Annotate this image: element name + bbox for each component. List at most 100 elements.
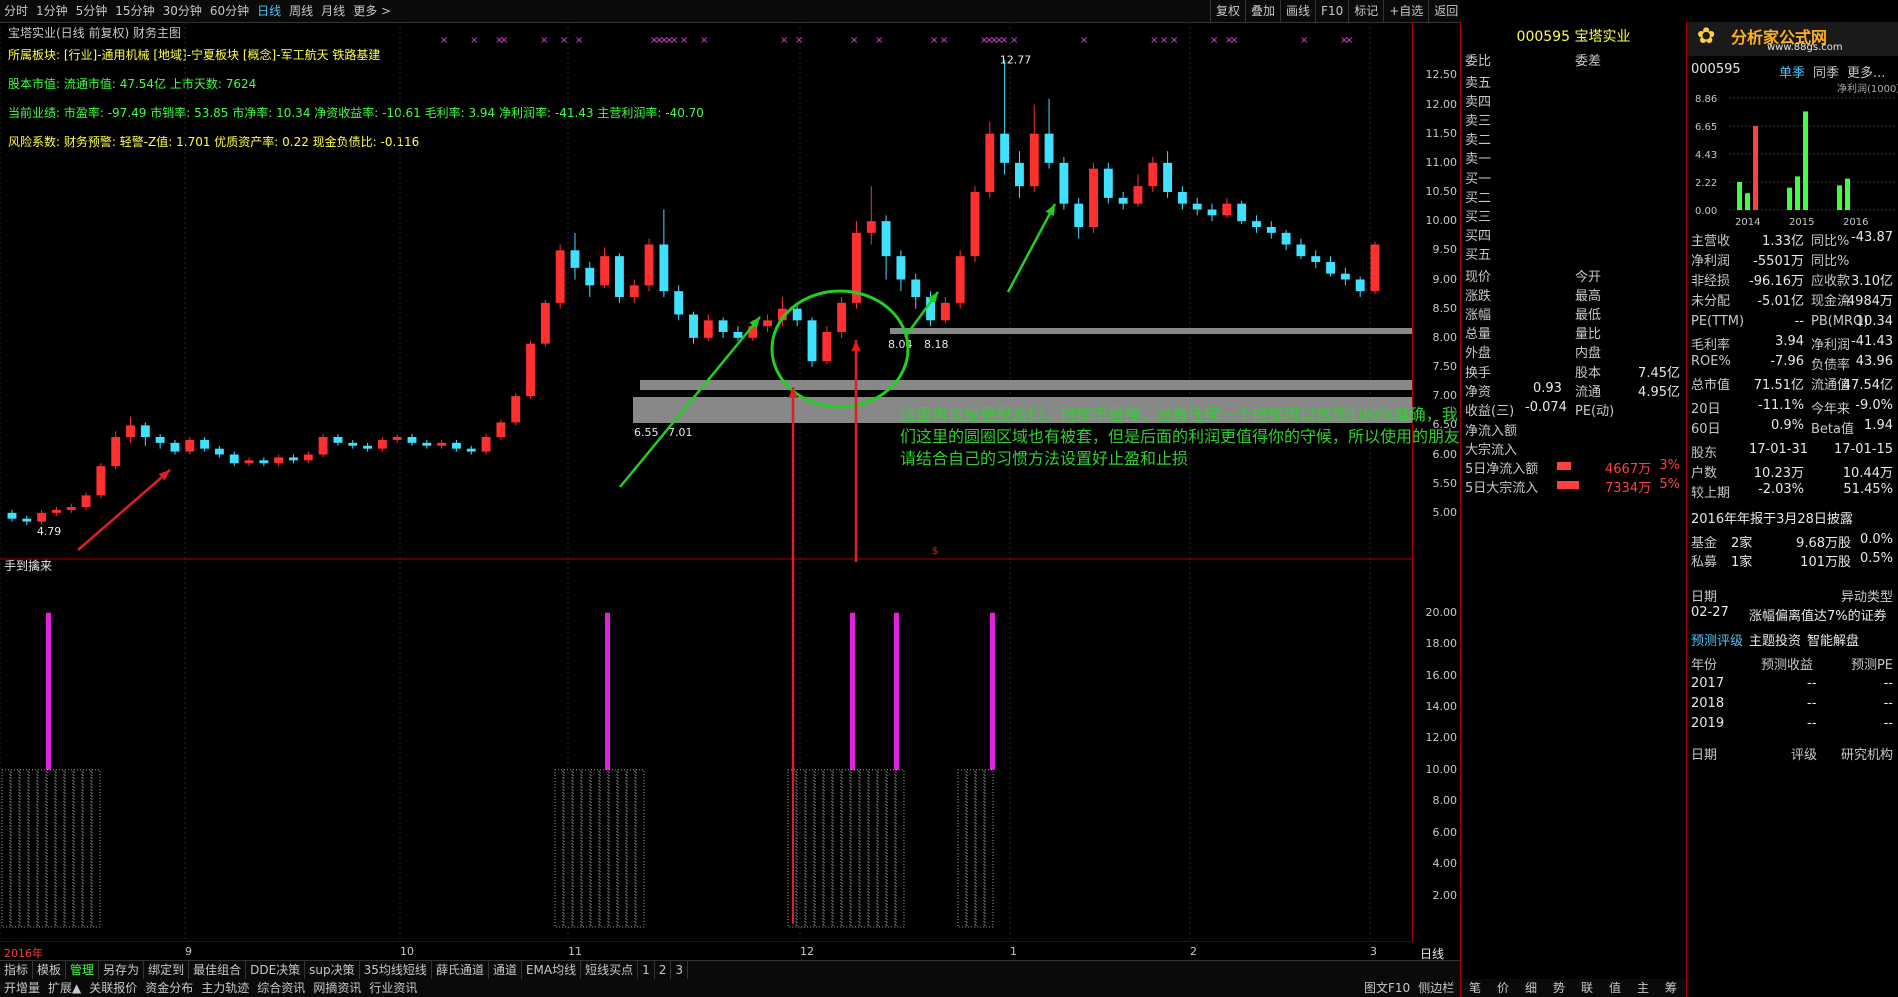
period-tab-8[interactable]: 月线	[317, 0, 349, 22]
action-button-5[interactable]: +自选	[1383, 0, 1428, 22]
forecast-tab-0[interactable]: 预测评级	[1691, 634, 1743, 649]
fin-cell: -11.1%	[1758, 398, 1804, 413]
period-tab-0[interactable]: 分时	[0, 0, 32, 22]
candle-body	[1029, 133, 1039, 187]
volume-block	[91, 769, 101, 928]
period-tab-9[interactable]: 更多 >	[349, 0, 395, 22]
candle-body	[1133, 186, 1143, 204]
action-button-1[interactable]: 叠加	[1245, 0, 1280, 22]
action-button-2[interactable]: 画线	[1280, 0, 1315, 22]
action-button-0[interactable]: 复权	[1210, 0, 1245, 22]
panel-tab-0[interactable]: 笔	[1461, 979, 1489, 997]
volume-block	[73, 769, 83, 928]
date-tick: 1	[1010, 945, 1017, 958]
annotation-text: 这里再次提醒股友们，指标不是神，没有任何一个指标可以做到100%准确，我们这里的…	[900, 405, 1461, 468]
candle-body	[318, 437, 328, 455]
indicator-toolbar: 指标 模板 管理 另存为 绑定到 最佳组合 DDE决策 sup决策 35均线短线 薛氏通道 通道 EM…	[0, 960, 1460, 979]
fin-tab-0[interactable]: 单季	[1779, 66, 1805, 81]
fin-cell: -41.43	[1851, 334, 1893, 349]
fin-cell: 今年来	[1811, 402, 1851, 417]
fin-tab-2[interactable]: 更多...	[1847, 66, 1885, 81]
signal-bar	[990, 612, 995, 770]
indicator-tab-8[interactable]: 35均线短线	[360, 961, 432, 979]
indicator-tab-13[interactable]: 1	[638, 961, 655, 979]
candle-body	[792, 308, 802, 321]
panel-tab-6[interactable]: 主	[1629, 979, 1657, 997]
fin-cell: 10.23万	[1753, 466, 1804, 481]
info-tab-6[interactable]: 网摘资讯	[309, 979, 365, 997]
indicator-tick: 12.00	[1425, 731, 1458, 745]
panel-tab-4[interactable]: 联	[1573, 979, 1601, 997]
volume-block	[46, 769, 56, 928]
price-tick: 12.00	[1425, 97, 1458, 111]
price-tick: 8.50	[1432, 301, 1458, 315]
profit-bar	[1737, 182, 1742, 210]
panel-tab-5[interactable]: 值	[1601, 979, 1629, 997]
period-tab-6[interactable]: 日线	[253, 0, 285, 22]
candle-body	[1044, 133, 1054, 163]
info-tab-4[interactable]: 主力轨迹	[197, 979, 253, 997]
period-tab-3[interactable]: 15分钟	[111, 0, 158, 22]
price-label-high: 12.77	[1000, 54, 1032, 67]
volume-block	[554, 769, 564, 928]
info-tab-0[interactable]: 开增量	[0, 979, 44, 997]
forecast-tab-2[interactable]: 智能解盘	[1807, 634, 1859, 649]
fin-tab-1[interactable]: 同季	[1813, 66, 1839, 81]
fin-cell: ROE%	[1691, 354, 1731, 369]
indicator-tab-10[interactable]: 通道	[489, 961, 522, 979]
volume-block	[599, 769, 609, 928]
panel-tab-1[interactable]: 价	[1489, 979, 1517, 997]
period-tab-7[interactable]: 周线	[285, 0, 317, 22]
indicator-tab-15[interactable]: 3	[671, 961, 689, 979]
action-button-6[interactable]: 返回	[1428, 0, 1463, 22]
signal-bar	[894, 612, 899, 770]
info-tab-3[interactable]: 资金分布	[141, 979, 197, 997]
indicator-tab-9[interactable]: 薛氏通道	[432, 961, 489, 979]
fin-cell: 1.33亿	[1762, 234, 1804, 249]
indicator-tab-2[interactable]: 管理	[66, 961, 100, 979]
panel-tab-2[interactable]: 细	[1517, 979, 1545, 997]
logo-url: www.88gs.com	[1767, 42, 1843, 53]
indicator-tab-3[interactable]: 另存为	[99, 961, 145, 979]
fin-cell: 应收款	[1811, 274, 1851, 289]
indicator-tab-14[interactable]: 2	[655, 961, 672, 979]
profit-tick: 8.86	[1695, 94, 1717, 105]
indicator-tab-0[interactable]: 指标	[0, 961, 34, 979]
info-tab-5[interactable]: 综合资讯	[253, 979, 309, 997]
indicator-tab-7[interactable]: sup决策	[305, 961, 360, 979]
period-tab-1[interactable]: 1分钟	[32, 0, 72, 22]
indicator-tab-5[interactable]: 最佳组合	[189, 961, 247, 979]
f10-tab-1[interactable]: 侧边栏	[1414, 981, 1458, 995]
candle-body	[703, 320, 713, 338]
forecast-tab-1[interactable]: 主题投资	[1749, 634, 1801, 649]
action-button-3[interactable]: F10	[1315, 0, 1348, 22]
five-day-big-pct: 5%	[1659, 477, 1680, 492]
f10-tab-0[interactable]: 图文F10	[1360, 981, 1414, 995]
forecast-cell: 2018	[1691, 696, 1725, 711]
signal-marker: ×	[1080, 35, 1088, 46]
indicator-tab-1[interactable]: 模板	[33, 961, 67, 979]
report-note-text: 2016年年报于3月28日披露	[1691, 512, 1853, 527]
period-tab-4[interactable]: 30分钟	[159, 0, 206, 22]
candle-body	[1192, 203, 1202, 210]
signal-marker: ×	[780, 35, 788, 46]
indicator-tab-11[interactable]: EMA均线	[522, 961, 582, 979]
big-in-label: 大宗流入	[1465, 443, 1518, 458]
period-tab-5[interactable]: 60分钟	[206, 0, 253, 22]
candle-body	[155, 437, 165, 443]
kline-chart[interactable]: 12.774.796.55 7.018.04 8.18× × ×× × × × ××××× × × ×…	[0, 22, 1412, 942]
fund-cell: 101万股	[1800, 555, 1851, 570]
candle-body	[363, 445, 373, 449]
indicator-tab-12[interactable]: 短线买点	[581, 961, 639, 979]
info-tab-1[interactable]: 扩展▲	[44, 979, 85, 997]
indicator-tab-6[interactable]: DDE决策	[246, 961, 306, 979]
period-tab-2[interactable]: 5分钟	[72, 0, 112, 22]
info-tab-2[interactable]: 关联报价	[85, 979, 141, 997]
indicator-tab-4[interactable]: 绑定到	[144, 961, 190, 979]
fund-cell: 9.68万股	[1796, 536, 1851, 551]
panel-tab-7[interactable]: 筹	[1657, 979, 1685, 997]
info-tab-7[interactable]: 行业资讯	[365, 979, 421, 997]
panel-tab-3[interactable]: 势	[1545, 979, 1573, 997]
action-button-4[interactable]: 标记	[1348, 0, 1383, 22]
candle-body	[52, 509, 61, 513]
